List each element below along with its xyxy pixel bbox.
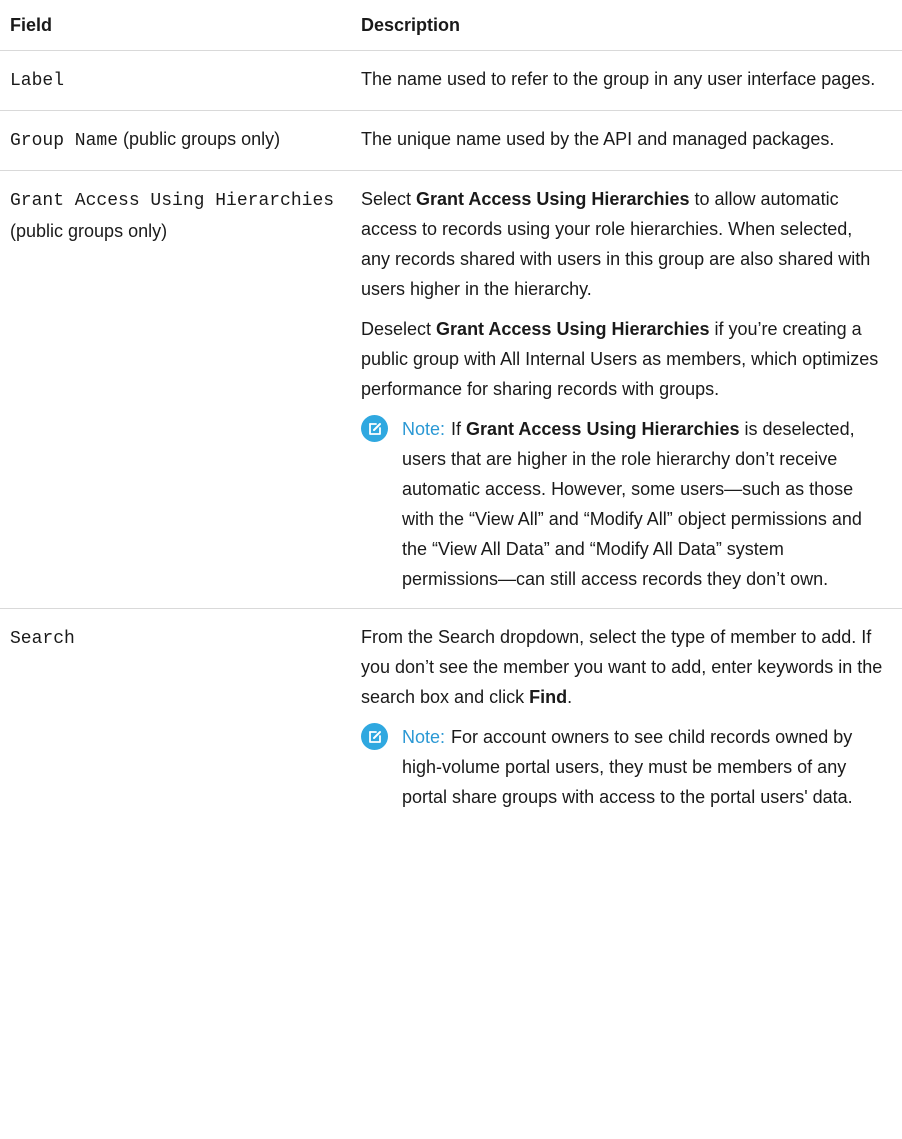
- ui-term: Find: [529, 687, 568, 707]
- field-cell: Grant Access Using Hierarchies (public g…: [0, 170, 346, 609]
- note-label: Note:: [402, 419, 446, 439]
- text-segment: Select: [361, 189, 417, 209]
- table-header-row: Field Description: [0, 0, 902, 51]
- field-name: Search: [10, 629, 75, 649]
- edit-note-icon: [361, 723, 388, 750]
- ui-term: Grant Access Using Hierarchies: [466, 419, 740, 439]
- table-row-search: Search From the Search dropdown, select …: [0, 609, 902, 827]
- field-description-document: Field Description Label The name used to…: [0, 0, 902, 826]
- text-segment: For account owners to see child records …: [402, 727, 853, 807]
- description-cell: The unique name used by the API and mana…: [346, 110, 902, 171]
- text-segment: From the Search dropdown, select the typ…: [361, 627, 883, 707]
- text-segment: is deselected, users that are higher in …: [402, 419, 862, 589]
- field-table: Field Description Label The name used to…: [0, 0, 902, 826]
- field-cell: Label: [0, 50, 346, 111]
- header-description: Description: [346, 0, 902, 51]
- note-body: Note: For account owners to see child rec…: [402, 722, 884, 812]
- note-callout: Note: For account owners to see child rec…: [361, 722, 884, 812]
- ui-term: Grant Access Using Hierarchies: [436, 319, 710, 339]
- note-callout: Note: If Grant Access Using Hierarchies i…: [361, 414, 884, 594]
- description-cell: Select Grant Access Using Hierarchies to…: [346, 170, 902, 609]
- field-name: Label: [10, 71, 65, 91]
- description-paragraph: From the Search dropdown, select the typ…: [361, 622, 884, 712]
- field-name: Grant Access Using Hierarchies: [10, 191, 335, 211]
- header-field: Field: [0, 0, 346, 51]
- field-cell: Search: [0, 609, 346, 827]
- table-row-grant-access: Grant Access Using Hierarchies (public g…: [0, 170, 902, 609]
- table-row-label: Label The name used to refer to the grou…: [0, 50, 902, 111]
- field-name: Group Name: [10, 131, 119, 151]
- field-qualifier: (public groups only): [10, 221, 168, 241]
- description-paragraph: Deselect Grant Access Using Hierarchies …: [361, 314, 884, 404]
- text-segment: .: [567, 687, 573, 707]
- note-label: Note:: [402, 727, 446, 747]
- text-segment: Deselect: [361, 319, 437, 339]
- note-body: Note: If Grant Access Using Hierarchies i…: [402, 414, 884, 594]
- field-cell: Group Name (public groups only): [0, 110, 346, 171]
- field-qualifier: (public groups only): [123, 129, 281, 149]
- table-row-group-name: Group Name (public groups only) The uniq…: [0, 110, 902, 171]
- ui-term: Grant Access Using Hierarchies: [416, 189, 690, 209]
- edit-note-icon: [361, 415, 388, 442]
- text-segment: If: [451, 419, 467, 439]
- description-text: The name used to refer to the group in a…: [361, 69, 876, 89]
- description-cell: The name used to refer to the group in a…: [346, 50, 902, 111]
- description-text: The unique name used by the API and mana…: [361, 129, 835, 149]
- description-paragraph: Select Grant Access Using Hierarchies to…: [361, 184, 884, 304]
- description-cell: From the Search dropdown, select the typ…: [346, 609, 902, 827]
